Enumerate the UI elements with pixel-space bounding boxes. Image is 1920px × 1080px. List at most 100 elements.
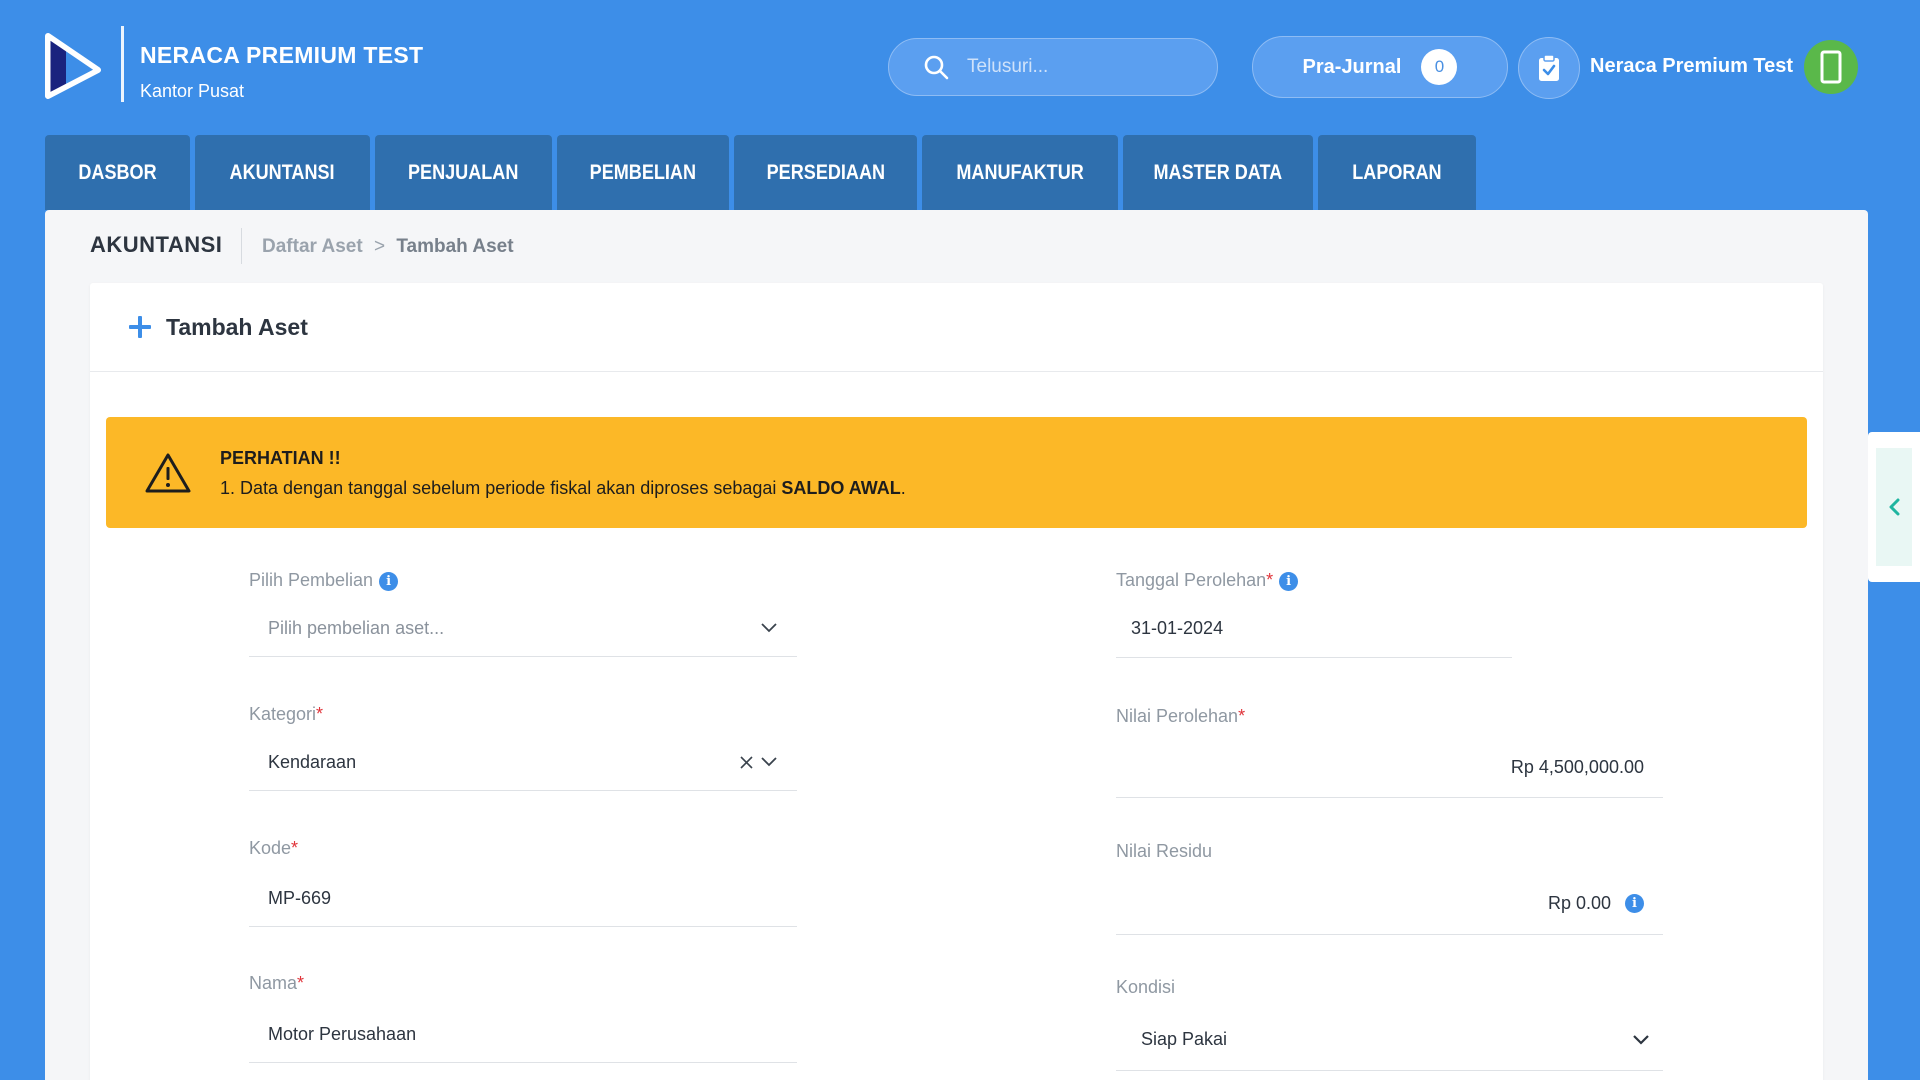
alert-message-suffix: . xyxy=(900,477,906,498)
clear-icon[interactable] xyxy=(740,755,753,769)
nilai-perolehan-input[interactable]: Rp 4,500,000.00 xyxy=(1116,738,1663,798)
nav-tab-label: PERSEDIAAN xyxy=(766,160,885,184)
info-icon[interactable]: i xyxy=(379,571,399,591)
prajurnal-button[interactable]: Pra-Jurnal 0 xyxy=(1252,36,1508,98)
alert-message-bold: SALDO AWAL xyxy=(781,477,901,498)
nama-input[interactable]: Motor Perusahaan xyxy=(249,1006,797,1063)
select-value: Siap Pakai xyxy=(1141,1029,1228,1049)
required-marker: * xyxy=(316,704,324,724)
chevron-down-icon xyxy=(1633,1034,1649,1045)
chevron-left-icon xyxy=(1889,498,1900,516)
nav-tab-manufaktur[interactable]: MANUFAKTUR xyxy=(922,135,1118,210)
alert-message-prefix: 1. Data dengan tanggal sebelum periode f… xyxy=(220,477,782,498)
field-label: Tanggal Perolehan* i xyxy=(1116,570,1299,591)
required-marker: * xyxy=(291,838,299,858)
breadcrumb: Daftar Aset > Tambah Aset xyxy=(262,236,514,258)
label-text: Nama xyxy=(249,973,298,993)
breadcrumb-parent-link[interactable]: Daftar Aset xyxy=(262,236,363,257)
info-icon[interactable]: i xyxy=(1279,571,1299,591)
search-input[interactable] xyxy=(967,56,1187,78)
alert-heading: PERHATIAN !! xyxy=(220,447,341,468)
tanggal-perolehan-input[interactable]: 31-01-2024 xyxy=(1116,600,1512,658)
field-label: Nilai Perolehan* xyxy=(1116,706,1245,727)
kondisi-select[interactable]: Siap Pakai xyxy=(1116,1009,1663,1071)
alert-text: PERHATIAN !! 1. Data dengan tanggal sebe… xyxy=(220,443,906,503)
field-kode: Kode* MP-669 xyxy=(249,838,797,927)
form-card: Tambah Aset PERHATIAN !! 1. Data dengan … xyxy=(90,283,1823,1080)
field-label: Kondisi xyxy=(1116,977,1175,998)
breadcrumb-divider xyxy=(241,228,242,264)
nav-tab-label: PENJUALAN xyxy=(408,160,519,184)
required-marker: * xyxy=(1238,706,1246,726)
nav-tab-laporan[interactable]: LAPORAN xyxy=(1318,135,1476,210)
nilai-residu-input[interactable]: Rp 0.00 i xyxy=(1116,873,1663,935)
branch-name: Kantor Pusat xyxy=(140,81,245,101)
app-logo[interactable] xyxy=(44,32,102,100)
nav-tab-dasbor[interactable]: DASBOR xyxy=(45,135,190,210)
nav-tab-pembelian[interactable]: PEMBELIAN xyxy=(557,135,729,210)
field-kategori: Kategori* Kendaraan xyxy=(249,704,797,791)
plus-icon xyxy=(129,316,151,338)
label-text: Pilih Pembelian xyxy=(249,570,374,590)
input-value: Motor Perusahaan xyxy=(268,1023,417,1044)
logo-icon xyxy=(45,33,101,99)
mobile-phone-icon xyxy=(1820,50,1842,84)
card-header: Tambah Aset xyxy=(90,283,1823,372)
breadcrumb-current: Tambah Aset xyxy=(396,236,514,257)
pilih-pembelian-select[interactable]: Pilih pembelian aset... xyxy=(249,600,797,657)
kategori-select[interactable]: Kendaraan xyxy=(249,734,797,791)
nav-tab-label: AKUNTANSI xyxy=(229,160,335,184)
label-text: Kondisi xyxy=(1116,977,1176,997)
search-box[interactable] xyxy=(888,38,1218,96)
required-marker: * xyxy=(1266,570,1274,590)
label-text: Kode xyxy=(249,838,292,858)
select-placeholder: Pilih pembelian aset... xyxy=(268,617,445,638)
prajurnal-count-badge: 0 xyxy=(1421,49,1458,85)
avatar[interactable] xyxy=(1804,40,1858,94)
breadcrumb-separator: > xyxy=(373,236,386,257)
input-value: MP-669 xyxy=(268,887,332,908)
card-title: Tambah Aset xyxy=(166,313,308,340)
nav-tab-label: MANUFAKTUR xyxy=(956,160,1084,184)
info-icon[interactable]: i xyxy=(1625,894,1644,913)
field-nilai-perolehan: Nilai Perolehan* Rp 4,500,000.00 xyxy=(1116,706,1663,798)
kode-input[interactable]: MP-669 xyxy=(249,870,797,927)
clipboard-check-icon xyxy=(1539,54,1559,81)
company-name: NERACA PREMIUM TEST xyxy=(140,42,424,68)
field-nama: Nama* Motor Perusahaan xyxy=(249,973,797,1063)
nav-tab-master-data[interactable]: MASTER DATA xyxy=(1123,135,1313,210)
nav-tab-penjualan[interactable]: PENJUALAN xyxy=(375,135,552,210)
warning-alert: PERHATIAN !! 1. Data dengan tanggal sebe… xyxy=(106,417,1807,528)
label-text: Nilai Residu xyxy=(1116,841,1213,861)
warning-triangle-icon xyxy=(145,453,191,492)
nav-tab-persediaan[interactable]: PERSEDIAAN xyxy=(734,135,917,210)
field-nilai-residu: Nilai Residu Rp 0.00 i xyxy=(1116,841,1663,935)
input-value: 31-01-2024 xyxy=(1131,618,1224,638)
field-kondisi: Kondisi Siap Pakai xyxy=(1116,977,1663,1071)
nav-tab-label: PEMBELIAN xyxy=(589,160,697,184)
label-text: Nilai Perolehan xyxy=(1116,706,1239,726)
select-value: Kendaraan xyxy=(268,751,357,772)
field-label: Kategori* xyxy=(249,704,323,725)
field-label: Kode* xyxy=(249,838,298,859)
chevron-down-icon xyxy=(761,623,777,633)
input-value: Rp 4,500,000.00 xyxy=(1510,757,1644,777)
side-panel-toggle-inner xyxy=(1876,448,1912,566)
main-nav: DASBOR AKUNTANSI PENJUALAN PEMBELIAN PER… xyxy=(45,135,1476,210)
input-value: Rp 0.00 xyxy=(1547,893,1611,913)
label-text: Tanggal Perolehan xyxy=(1116,570,1267,590)
field-tanggal-perolehan: Tanggal Perolehan* i 31-01-2024 xyxy=(1116,570,1512,658)
nav-tab-label: LAPORAN xyxy=(1352,160,1442,184)
user-name[interactable]: Neraca Premium Test xyxy=(1590,55,1793,78)
nav-tab-label: DASBOR xyxy=(78,160,157,184)
label-text: Kategori xyxy=(249,704,317,724)
field-label: Nilai Residu xyxy=(1116,841,1212,862)
chevron-down-icon xyxy=(761,757,777,767)
side-panel-toggle[interactable] xyxy=(1868,432,1920,582)
search-icon xyxy=(924,55,949,80)
nav-tab-label: MASTER DATA xyxy=(1153,160,1283,184)
task-clipboard-button[interactable] xyxy=(1518,37,1580,99)
nav-tab-akuntansi[interactable]: AKUNTANSI xyxy=(195,135,370,210)
field-label: Nama* xyxy=(249,973,304,994)
field-pilih-pembelian: Pilih Pembelian i Pilih pembelian aset... xyxy=(249,570,797,657)
